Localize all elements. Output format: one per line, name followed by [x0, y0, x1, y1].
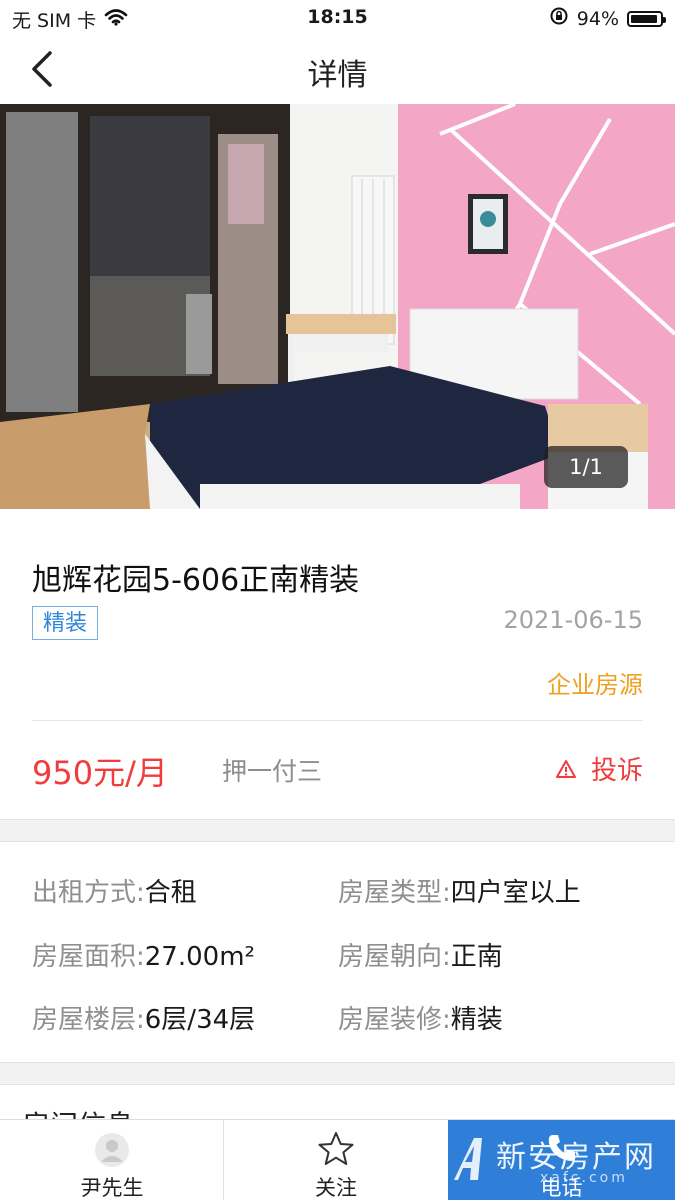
contact-person-button[interactable]: 尹先生: [0, 1120, 224, 1200]
avatar-icon: [95, 1133, 129, 1167]
info-rent-mode: 出租方式:合租: [32, 878, 197, 908]
battery-icon: [627, 10, 666, 27]
complain-label: 投诉: [590, 756, 643, 786]
call-button[interactable]: 电话: [448, 1120, 675, 1200]
warning-icon: [555, 759, 576, 778]
info-orientation: 房屋朝向:正南: [338, 942, 503, 972]
follow-button[interactable]: 关注: [224, 1120, 448, 1200]
chevron-left-icon: [32, 51, 52, 87]
listing-source: 企业房源: [547, 671, 643, 699]
complain-button[interactable]: 投诉: [555, 750, 643, 787]
status-right: 94%: [549, 6, 666, 31]
battery-fill: [631, 14, 657, 23]
nav-bar: 详情: [0, 34, 675, 104]
info-area: 房屋面积:27.00m²: [32, 942, 255, 972]
section-gap: [0, 1062, 675, 1085]
follow-label: 关注: [315, 1176, 357, 1200]
photo-counter: 1/1: [544, 446, 628, 488]
listing-date: 2021-06-15: [503, 606, 643, 634]
call-label: 电话: [540, 1176, 583, 1200]
bottom-action-bar: 尹先生 关注 电话: [0, 1119, 675, 1200]
section-gap: [0, 819, 675, 842]
star-icon: [318, 1132, 354, 1165]
listing-title: 旭辉花园5-606正南精装: [32, 563, 360, 598]
info-floor: 房屋楼层:6层/34层: [32, 1005, 256, 1035]
info-decoration: 房屋装修:精装: [338, 1005, 503, 1035]
battery-percent: 94%: [576, 7, 619, 30]
orientation-lock-icon: [549, 6, 569, 31]
back-button[interactable]: [20, 44, 70, 94]
payment-terms: 押一付三: [222, 757, 323, 786]
info-house-type: 房屋类型:四户室以上: [338, 878, 581, 908]
decoration-tag: 精装: [32, 606, 99, 640]
rent-price: 950元/月: [32, 754, 168, 792]
phone-icon: [548, 1135, 575, 1161]
status-bar: 无 SIM 卡 18:15 94%: [0, 0, 675, 34]
divider: [32, 720, 643, 721]
contact-name: 尹先生: [80, 1176, 144, 1200]
page-title: 详情: [307, 58, 368, 93]
